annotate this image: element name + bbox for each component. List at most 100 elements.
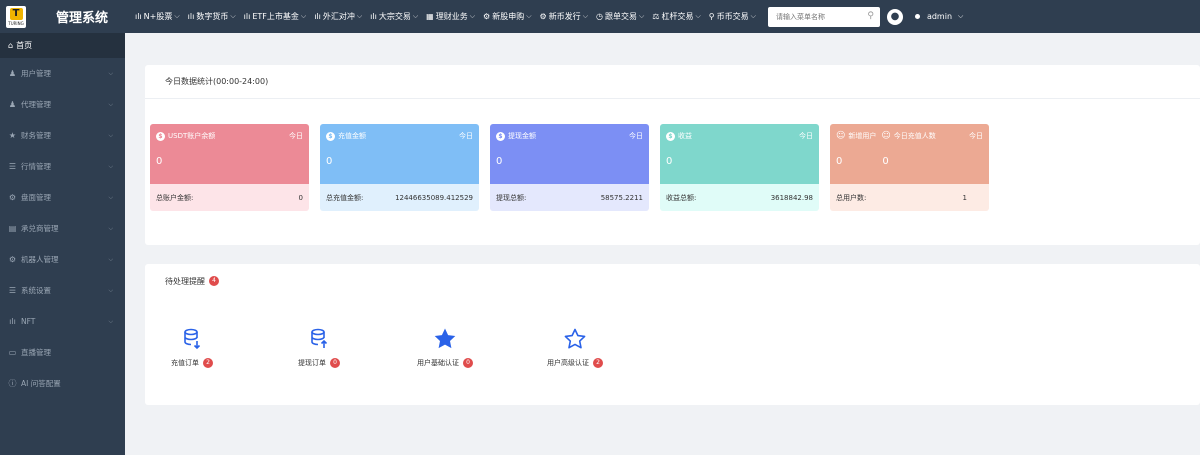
sidebar-item-label: 承兑商管理: [21, 224, 59, 233]
nav-item-ipo[interactable]: ⚙ 新股申购 ⌵: [483, 11, 531, 22]
sidebar-item-market[interactable]: ☰ 行情管理 ⌵: [0, 151, 125, 182]
nav-item-leverage[interactable]: ⚖ 杠杆交易 ⌵: [652, 11, 700, 22]
bar-chart-icon: ılı: [187, 12, 195, 21]
nav-label: 跟单交易: [604, 12, 637, 21]
sidebar-item-label: NFT: [21, 317, 36, 326]
todo-label: 用户基础认证 0: [385, 358, 505, 368]
stat-value-2: 0: [882, 156, 889, 167]
stat-bottom: 总充值金额: 12446635089.412529: [320, 184, 479, 211]
avatar[interactable]: ●: [886, 8, 903, 25]
gear-icon: ⚙: [539, 12, 547, 21]
chevron-down-icon: ⌵: [750, 12, 756, 20]
star-filled-icon: [385, 326, 505, 352]
stat-total-label: 收益总额:: [666, 193, 697, 202]
sidebar-item-finance[interactable]: ★ 财务管理 ⌵: [0, 120, 125, 151]
nav-item-new-coin[interactable]: ⚙ 新币发行 ⌵: [540, 11, 588, 22]
nav-item-copy-trade[interactable]: ◷ 跟单交易 ⌵: [596, 11, 644, 22]
search-input[interactable]: [767, 6, 880, 27]
chevron-down-icon: ⌵: [108, 255, 113, 263]
sidebar-item-acceptors[interactable]: ▤ 承兑商管理 ⌵: [0, 213, 125, 244]
nav-label: 大宗交易: [378, 12, 411, 21]
chevron-down-icon: ⌵: [300, 12, 307, 20]
search-icon[interactable]: ⚲: [867, 11, 874, 21]
sidebar-item-label: 行情管理: [21, 162, 51, 171]
user-icon: ♟: [8, 100, 17, 109]
stat-income: $ 收益 今日 0 收益总额: 3618842.98: [660, 124, 819, 211]
todo-advanced-verification[interactable]: 用户高级认证 2: [515, 326, 635, 368]
dollar-icon: $: [496, 131, 505, 141]
sidebar-item-ai[interactable]: ⓘ AI 问答配置: [0, 368, 125, 399]
nav-label: N+股票: [143, 12, 173, 21]
user-name[interactable]: admin: [927, 12, 952, 21]
todo-count-badge: 4: [209, 276, 219, 286]
todo-label-text: 充值订单: [171, 359, 199, 367]
stat-total-value: 58575.2211: [600, 193, 643, 202]
chevron-down-icon: ⌵: [174, 12, 180, 20]
nav-label: 理财业务: [435, 12, 468, 21]
todo-label-text: 用户基础认证: [417, 359, 459, 367]
bar-chart-icon: ılı: [9, 317, 16, 326]
dollar-icon: $: [156, 131, 165, 141]
star-outline-icon: [515, 326, 635, 352]
nav-item-block-trade[interactable]: ılı 大宗交易 ⌵: [370, 11, 418, 22]
chevron-down-icon: ⌵: [108, 317, 113, 325]
logo: T TURING: [6, 5, 26, 28]
chevron-down-icon: ⌵: [469, 12, 476, 20]
stat-today: 今日: [289, 132, 303, 140]
logo-word: TURING: [8, 20, 24, 26]
sidebar-item-users[interactable]: ♟ 用户管理 ⌵: [0, 58, 125, 89]
star-icon: ★: [8, 131, 17, 140]
stat-total-label: 总账户金额:: [156, 193, 194, 202]
stat-bottom: 收益总额: 3618842.98: [660, 184, 819, 211]
stats-card-title: 今日数据统计(00:00-24:00): [145, 65, 1200, 99]
sidebar-item-settings[interactable]: ☰ 系统设置 ⌵: [0, 275, 125, 306]
stat-label-text: 新增用户: [848, 132, 877, 140]
sidebar-item-label: AI 问答配置: [21, 379, 61, 388]
sidebar-item-board[interactable]: ⚙ 盘面管理 ⌵: [0, 182, 125, 213]
nav-item-stocks[interactable]: ılı N+股票 ⌵: [135, 11, 180, 22]
sidebar-item-label: 盘面管理: [21, 193, 51, 202]
clock-icon: ◷: [596, 12, 603, 21]
sidebar-item-label: 代理管理: [21, 100, 51, 109]
chevron-down-icon[interactable]: ⌵: [958, 12, 963, 21]
nav-item-forex[interactable]: ılı 外汇对冲 ⌵: [314, 11, 362, 22]
home-icon: ⌂: [8, 41, 14, 50]
stat-top: $ 收益 今日 0: [660, 124, 819, 184]
stat-bottom: 总用户数: 1: [830, 184, 989, 211]
stat-value: 0: [836, 156, 843, 167]
chevron-down-icon: ⌵: [695, 12, 701, 20]
nav-item-etf[interactable]: ılı ETF上市基金 ⌵: [244, 11, 307, 22]
stat-deposit: $ 充值金额 今日 0 总充值金额: 12446635089.412529: [320, 124, 479, 211]
chevron-down-icon: ⌵: [108, 131, 113, 139]
sidebar-item-nft[interactable]: ılı NFT ⌵: [0, 306, 125, 337]
stat-top: $ 提现金额 今日 0: [490, 124, 649, 184]
chevron-down-icon: ⌵: [638, 12, 645, 20]
nav-item-wealth[interactable]: ▦ 理财业务 ⌵: [426, 11, 475, 22]
nav-item-crypto[interactable]: ılı 数字货币 ⌵: [188, 11, 236, 22]
stat-total-label: 总充值金额:: [326, 193, 364, 202]
stats-card: 今日数据统计(00:00-24:00) $ USDT账户余额 今日 0 总账户金额…: [145, 65, 1200, 245]
sidebar-item-robots[interactable]: ⚙ 机器人管理 ⌵: [0, 244, 125, 275]
stat-label: $ 充值金额: [326, 131, 473, 141]
stat-label: $ USDT账户余额: [156, 131, 303, 141]
bar-chart-icon: ılı: [243, 12, 251, 21]
sidebar-item-live[interactable]: ▭ 直播管理: [0, 337, 125, 368]
chevron-down-icon: ⌵: [356, 12, 363, 20]
sidebar-item-label: 系统设置: [21, 286, 51, 295]
smile-icon: ☺: [881, 131, 891, 141]
grid-icon: ▦: [426, 12, 434, 21]
stat-top: $ 充值金额 今日 0: [320, 124, 479, 184]
stat-label: ☺ 新增用户 ☺ 今日充值人数: [836, 131, 983, 141]
stat-usdt-balance: $ USDT账户余额 今日 0 总账户金额: 0: [150, 124, 309, 211]
todo-deposit-orders[interactable]: 充值订单 2: [132, 326, 252, 368]
sidebar-item-agents[interactable]: ♟ 代理管理 ⌵: [0, 89, 125, 120]
sidebar-item-home[interactable]: ⌂ 首页: [0, 33, 125, 58]
nav-item-spot[interactable]: ⚲ 币币交易 ⌵: [709, 11, 756, 22]
chevron-down-icon: ⌵: [526, 12, 532, 20]
todo-label-text: 提现订单: [298, 359, 326, 367]
sidebar-item-label: 直播管理: [21, 348, 51, 357]
todo-basic-verification[interactable]: 用户基础认证 0: [385, 326, 505, 368]
sidebar: ⌂ 首页 ♟ 用户管理 ⌵ ♟ 代理管理 ⌵ ★ 财务管理 ⌵ ☰ 行情管理 ⌵ ⚙ 盘面管理 ⌵ ▤…: [0, 33, 125, 455]
todo-withdraw-orders[interactable]: 提现订单 0: [259, 326, 379, 368]
chevron-down-icon: ⌵: [108, 69, 113, 77]
